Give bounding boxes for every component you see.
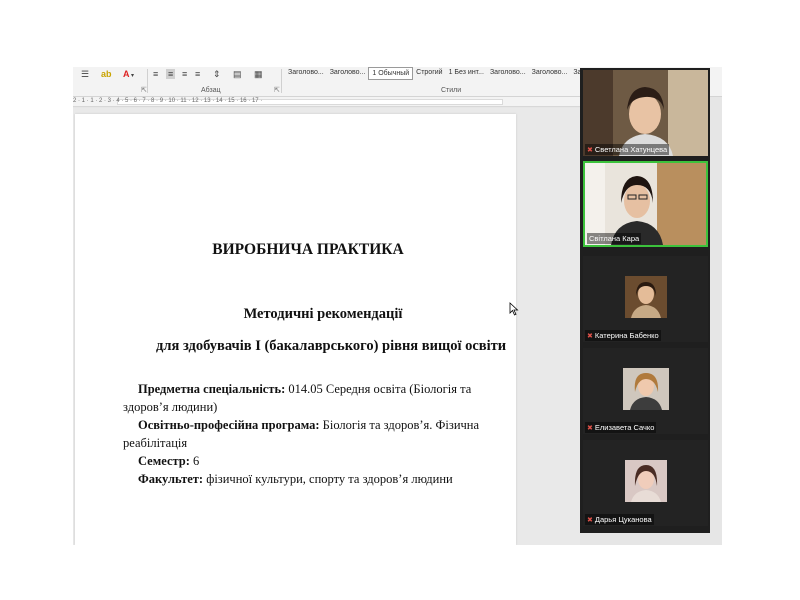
document-page[interactable]: ВИРОБНИЧА ПРАКТИКА Методичні рекомендаці… <box>75 114 519 545</box>
style-gallery-item[interactable]: Заголово... <box>327 67 369 80</box>
muted-mic-icon: ✖ <box>587 146 593 154</box>
participant-tile[interactable]: ✖ Елизавета Сачко <box>583 348 708 434</box>
document-fields: Предметна спеціальність: 014.05 Середня … <box>123 380 498 488</box>
field-value: 6 <box>193 454 200 468</box>
participant-tile[interactable]: ✖ Дарья Цуканова <box>583 440 708 526</box>
style-gallery-item[interactable]: Заголово... <box>529 67 571 80</box>
styles-gallery: Заголово... Заголово... 1 Обычный Строгий 1 … <box>285 67 612 80</box>
field-continuation: реабілітація <box>123 436 188 450</box>
avatar <box>625 276 667 318</box>
participant-name: Дарья Цуканова <box>594 515 652 524</box>
field-continuation: здоров’я людини) <box>123 400 218 414</box>
style-gallery-item[interactable]: 1 Без инт... <box>446 67 487 80</box>
align-left-icon[interactable]: ≡ <box>153 69 158 79</box>
align-center-icon[interactable]: ≡ <box>166 69 176 79</box>
participant-name-label: ✖ Катерина Бабенко <box>585 330 661 341</box>
document-audience: для здобувачів І (бакалаврського) рівня … <box>156 338 507 354</box>
field-program: Освітньо-професійна програма: Біологія т… <box>138 416 498 434</box>
line-spacing-icon[interactable]: ⇕ <box>213 69 221 79</box>
document-title: ВИРОБНИЧА ПРАКТИКА <box>212 241 404 258</box>
participant-name: Елизавета Сачко <box>594 423 655 432</box>
field-faculty: Факультет: фізичної культури, спорту та … <box>138 470 498 488</box>
muted-mic-icon: ✖ <box>587 516 593 524</box>
highlight-color-icon[interactable]: ab <box>101 69 112 79</box>
field-value: Біологія та здоров’я. Фізична <box>322 418 480 432</box>
field-label: Факультет: <box>138 472 204 486</box>
participant-tile[interactable]: ✖ Светлана Хатунцева <box>583 70 708 156</box>
participant-name: Світлана Кара <box>589 234 640 243</box>
styles-group-label: Стили <box>441 87 462 94</box>
chevron-down-icon[interactable]: ▾ <box>131 71 134 81</box>
field-semester: Семестр: 6 <box>138 452 498 470</box>
ribbon-divider <box>281 69 282 93</box>
bullets-icon[interactable]: ☰ <box>81 69 89 79</box>
participant-photo <box>623 368 669 410</box>
style-gallery-item[interactable]: Заголово... <box>487 67 529 80</box>
participant-name-label: ✖ Дарья Цуканова <box>585 514 654 525</box>
font-dialog-launcher-icon[interactable]: ⇱ <box>141 86 147 94</box>
participant-name: Катерина Бабенко <box>594 331 659 340</box>
field-label: Семестр: <box>138 454 190 468</box>
font-color-icon[interactable]: A <box>123 69 130 79</box>
style-gallery-item[interactable]: Строгий <box>413 67 445 80</box>
participant-tile-active-speaker[interactable]: Світлана Кара <box>583 161 708 247</box>
field-label: Освітньо-професійна програма: <box>138 418 320 432</box>
participants-panel: ✖ Светлана Хатунцева Світлана Кара ✖ Кат… <box>580 68 710 533</box>
muted-mic-icon: ✖ <box>587 332 593 340</box>
document-area[interactable]: ВИРОБНИЧА ПРАКТИКА Методичні рекомендаці… <box>73 108 580 545</box>
shading-icon[interactable]: ▤ <box>233 69 242 79</box>
muted-mic-icon: ✖ <box>587 424 593 432</box>
participant-name-label: Світлана Кара <box>587 233 642 244</box>
mouse-cursor-icon <box>509 302 519 316</box>
avatar <box>625 460 667 502</box>
field-value: 014.05 Середня освіта (Біологія та <box>288 382 472 396</box>
field-specialty: Предметна спеціальність: 014.05 Середня … <box>138 380 498 398</box>
style-gallery-item[interactable]: Заголово... <box>285 67 327 80</box>
ribbon-divider <box>147 69 148 93</box>
document-subtitle: Методичні рекомендації <box>243 306 403 322</box>
avatar <box>623 368 669 410</box>
participant-name: Светлана Хатунцева <box>594 145 668 154</box>
horizontal-ruler[interactable]: 2 · 1 · 1 · 2 · 3 · 4 · 5 · 6 · 7 · 8 · … <box>73 97 580 107</box>
paragraph-dialog-launcher-icon[interactable]: ⇱ <box>274 86 280 94</box>
field-value: фізичної культури, спорту та здоров’я лю… <box>206 472 453 486</box>
field-label: Предметна спеціальність: <box>138 382 286 396</box>
ruler-numbers: 2 · 1 · 1 · 2 · 3 · 4 · 5 · 6 · 7 · 8 · … <box>73 98 263 104</box>
style-gallery-item[interactable]: 1 Обычный <box>368 67 414 80</box>
borders-icon[interactable]: ▦ <box>254 69 263 79</box>
align-right-icon[interactable]: ≡ <box>182 69 187 79</box>
justify-icon[interactable]: ≡ <box>195 69 200 79</box>
participant-photo <box>625 276 667 318</box>
participant-name-label: ✖ Светлана Хатунцева <box>585 144 670 155</box>
participant-name-label: ✖ Елизавета Сачко <box>585 422 657 433</box>
participant-photo <box>625 460 667 502</box>
paragraph-group-label: Абзац <box>201 87 221 94</box>
participant-tile[interactable]: ✖ Катерина Бабенко <box>583 256 708 342</box>
